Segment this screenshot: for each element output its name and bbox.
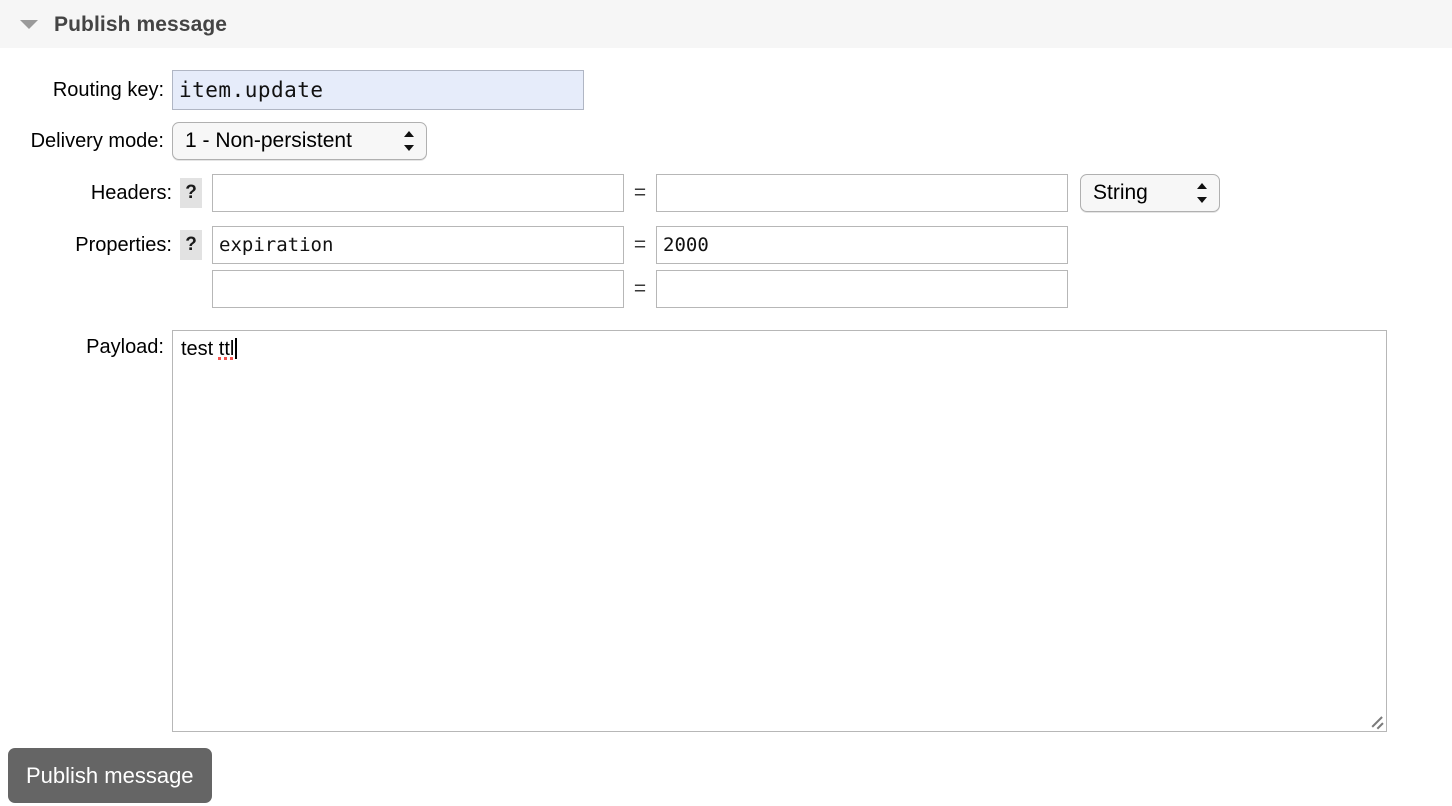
properties-equals-sign-1: = <box>633 233 647 256</box>
headers-help-icon[interactable]: ? <box>180 178 202 208</box>
payload-text-misspelled: ttl <box>218 338 235 360</box>
headers-row: Headers: ? = String <box>0 174 1452 212</box>
properties-equals-sign-2: = <box>633 277 647 300</box>
routing-key-row: Routing key: <box>0 70 1452 110</box>
page-title: Publish message <box>54 12 228 36</box>
property-value-input-2[interactable] <box>656 270 1068 308</box>
header-key-input[interactable] <box>212 174 624 212</box>
payload-row: Payload: test ttl <box>0 330 1452 732</box>
header-type-select[interactable]: String <box>1080 174 1220 212</box>
routing-key-input[interactable] <box>172 70 584 110</box>
select-arrows-icon <box>1197 182 1208 204</box>
headers-label: Headers: <box>90 182 172 204</box>
payload-text-ok: test <box>181 338 219 360</box>
text-caret <box>235 338 237 359</box>
publish-message-form: Routing key: Delivery mode: 1 - Non-pers… <box>0 48 1452 732</box>
properties-row: Properties: ? = = <box>0 226 1452 308</box>
property-row: = <box>212 270 1068 308</box>
resize-handle-icon[interactable] <box>1368 713 1384 730</box>
header-value-input[interactable] <box>656 174 1068 212</box>
property-key-input-1[interactable] <box>212 226 624 264</box>
header-type-value: String <box>1093 181 1148 204</box>
payload-label: Payload: <box>86 336 164 358</box>
publish-message-button[interactable]: Publish message <box>8 748 212 803</box>
routing-key-label: Routing key: <box>52 79 164 101</box>
property-row: = <box>212 226 1068 264</box>
delivery-mode-value: 1 - Non-persistent <box>185 129 352 152</box>
publish-message-section-header[interactable]: Publish message <box>0 0 1452 48</box>
properties-label: Properties: <box>75 234 172 256</box>
properties-help-icon[interactable]: ? <box>180 230 202 260</box>
delivery-mode-row: Delivery mode: 1 - Non-persistent <box>0 122 1452 160</box>
payload-textarea[interactable]: test ttl <box>172 330 1387 732</box>
delivery-mode-label: Delivery mode: <box>30 130 164 152</box>
headers-equals-sign: = <box>633 181 647 204</box>
delivery-mode-select[interactable]: 1 - Non-persistent <box>172 122 427 160</box>
property-value-input-1[interactable] <box>656 226 1068 264</box>
property-key-input-2[interactable] <box>212 270 624 308</box>
select-arrows-icon <box>404 130 415 152</box>
triangle-down-icon[interactable] <box>20 19 38 29</box>
